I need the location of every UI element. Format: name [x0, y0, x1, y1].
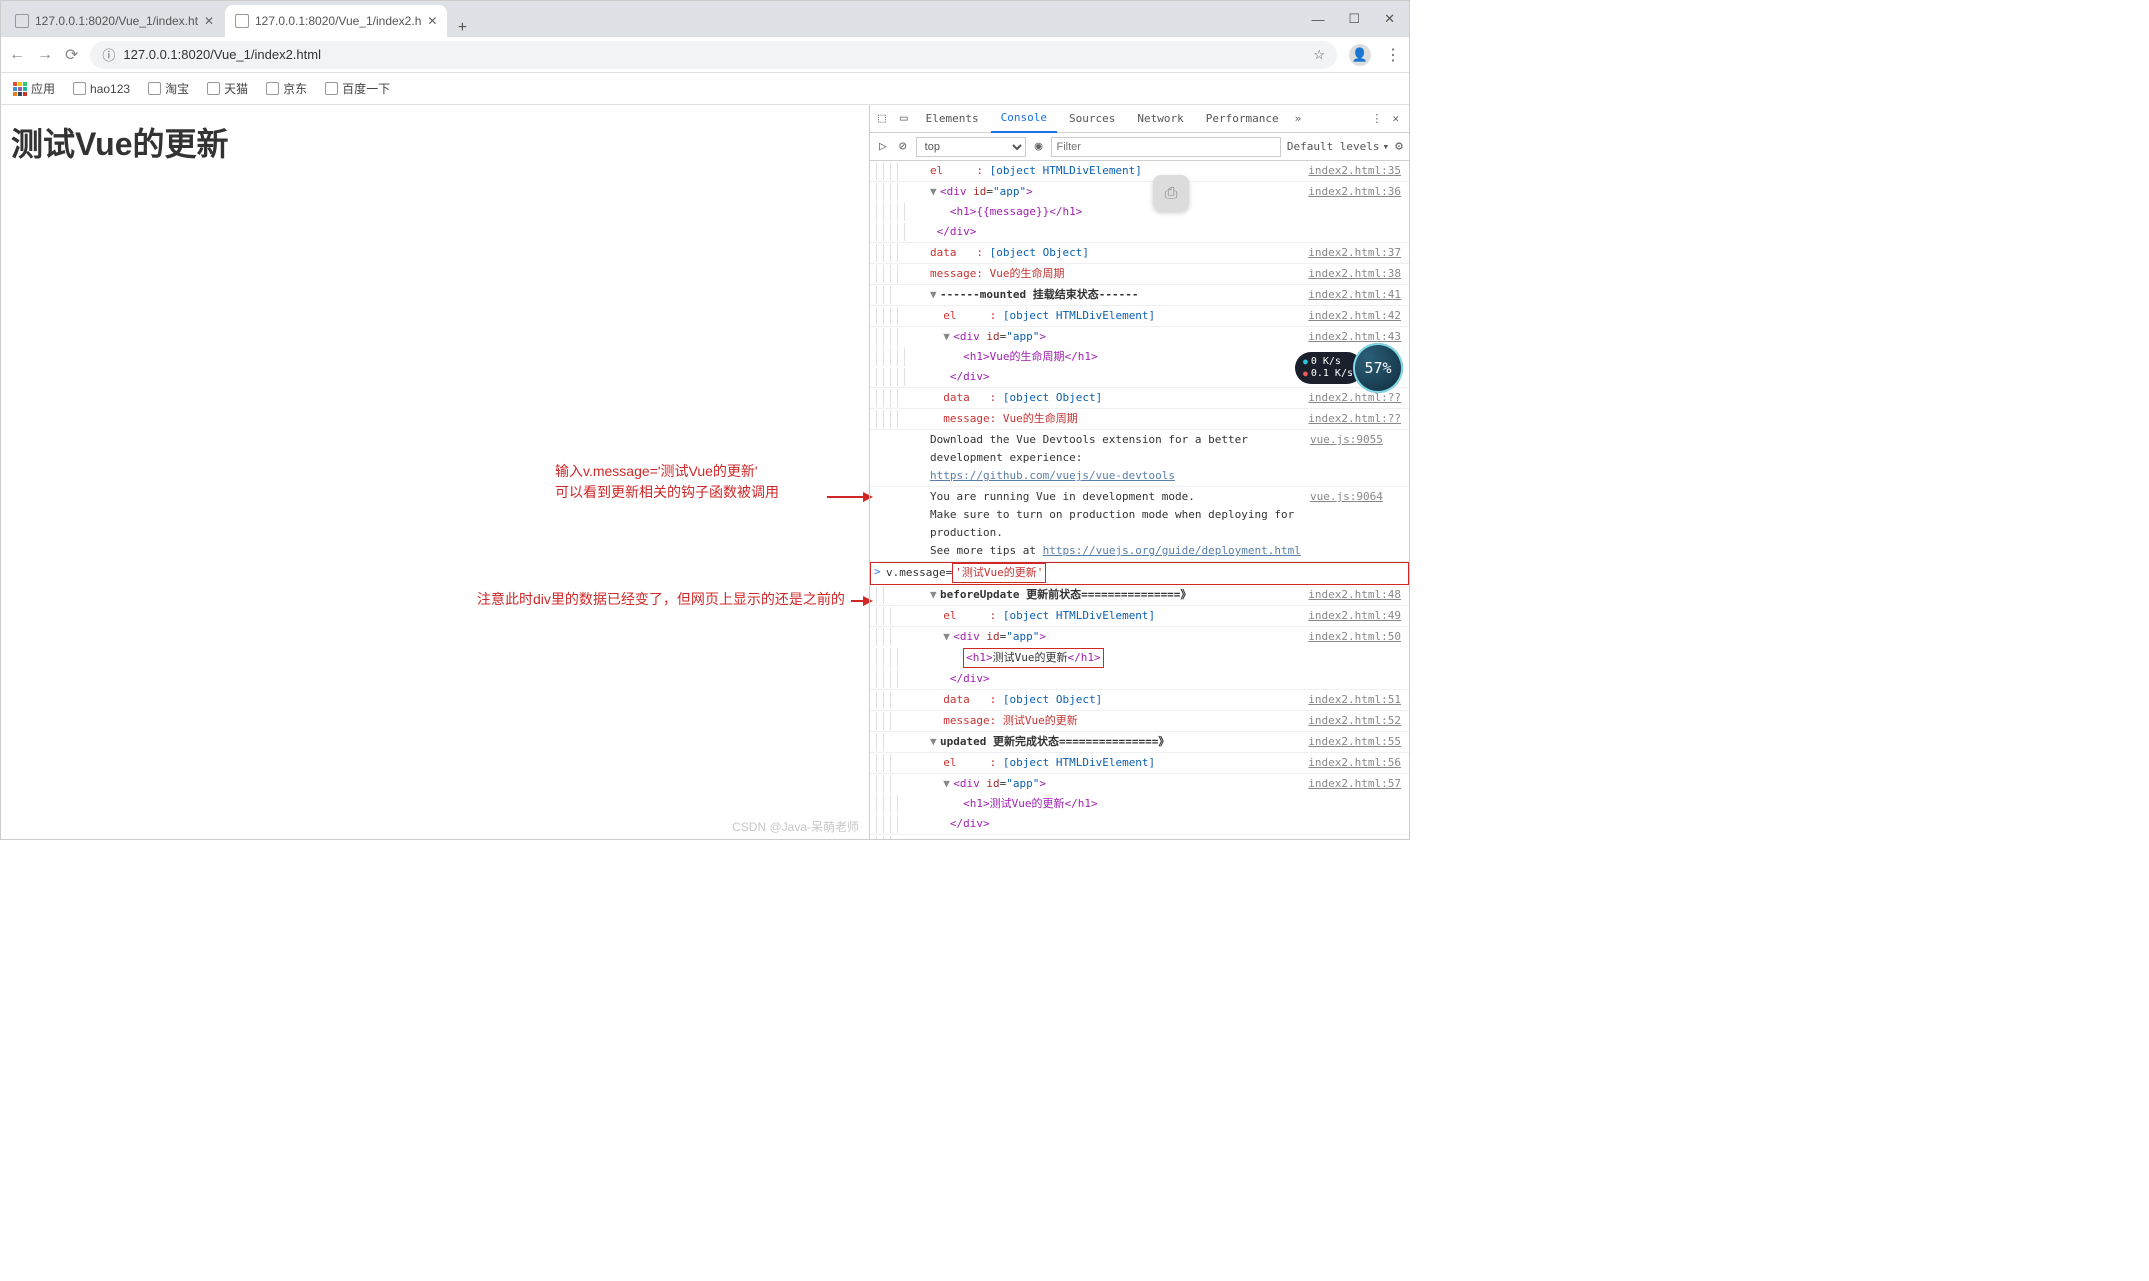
devtools-menu-icon[interactable]: ⋮ — [1371, 112, 1382, 125]
source-link[interactable]: index2.html:38 — [1308, 265, 1409, 283]
devtools-tabstrip: ⬚ ▭ Elements Console Sources Network Per… — [870, 105, 1409, 133]
network-speed-widget[interactable]: 0 K/s 0.1 K/s 57% — [1295, 343, 1403, 393]
tab-console[interactable]: Console — [991, 104, 1057, 133]
bookmarks-bar: 应用 hao123 淘宝 天猫 京东 百度一下 — [1, 73, 1409, 105]
page-icon — [266, 82, 279, 95]
source-link[interactable]: index2.html:?? — [1308, 410, 1409, 428]
chevron-down-icon[interactable]: ▼ — [943, 328, 953, 346]
close-window-button[interactable]: ✕ — [1384, 11, 1395, 27]
chevron-down-icon[interactable]: ▼ — [930, 733, 940, 751]
highlighted-h1: <h1>测试Vue的更新</h1> — [963, 648, 1104, 668]
source-link[interactable]: index2.html:51 — [1308, 691, 1409, 709]
bookmark-jd[interactable]: 京东 — [266, 80, 307, 97]
star-icon[interactable]: ☆ — [1313, 47, 1325, 63]
page-icon — [235, 14, 249, 28]
source-link[interactable]: index2.html:55 — [1308, 733, 1409, 751]
gear-icon[interactable]: ⚙ — [1395, 139, 1403, 154]
page-icon — [73, 82, 86, 95]
log-level-select[interactable]: Default levels ▾ — [1287, 140, 1389, 153]
annotation-1: 输入v.message='测试Vue的更新' 可以看到更新相关的钩子函数被调用 — [555, 461, 779, 503]
source-link[interactable]: vue.js:9055 — [1310, 431, 1391, 485]
source-link[interactable]: index2.html:35 — [1308, 162, 1409, 180]
watermark: CSDN @Java-呆萌老师 — [732, 818, 859, 835]
browser-tab-0[interactable]: 127.0.0.1:8020/Vue_1/index.ht ✕ — [5, 5, 225, 37]
console-input-highlighted: >v.message='测试Vue的更新' — [870, 562, 1409, 585]
page-icon — [325, 82, 338, 95]
arrow-icon — [851, 600, 871, 602]
browser-tab-1[interactable]: 127.0.0.1:8020/Vue_1/index2.h ✕ — [225, 5, 447, 37]
apps-button[interactable]: 应用 — [13, 80, 55, 97]
tab-sources[interactable]: Sources — [1059, 105, 1125, 132]
chevron-down-icon[interactable]: ▼ — [943, 775, 953, 793]
bookmark-taobao[interactable]: 淘宝 — [148, 80, 189, 97]
usb-device-icon[interactable]: ⎙ — [1153, 175, 1189, 211]
device-toggle-icon[interactable]: ▭ — [894, 111, 914, 126]
accelerator-ball[interactable]: 57% — [1353, 343, 1403, 393]
apps-icon — [13, 82, 27, 96]
tab-elements[interactable]: Elements — [916, 105, 989, 132]
console-filter-input[interactable] — [1051, 137, 1280, 157]
source-link[interactable]: index2.html:58 — [1308, 836, 1409, 839]
close-icon[interactable]: ✕ — [427, 14, 437, 28]
bookmark-baidu[interactable]: 百度一下 — [325, 80, 390, 97]
source-link[interactable]: index2.html:52 — [1308, 712, 1409, 730]
source-link[interactable]: index2.html:42 — [1308, 307, 1409, 325]
apps-label: 应用 — [31, 80, 55, 97]
profile-avatar-icon[interactable]: 👤 — [1349, 44, 1371, 66]
page-icon — [207, 82, 220, 95]
tab-performance[interactable]: Performance — [1196, 105, 1289, 132]
source-link[interactable]: index2.html:48 — [1308, 586, 1409, 604]
arrow-icon — [827, 496, 871, 498]
more-tabs-icon[interactable]: » — [1295, 112, 1302, 125]
info-icon[interactable]: ⓘ — [102, 45, 115, 64]
source-link[interactable]: vue.js:9064 — [1310, 488, 1391, 560]
menu-icon[interactable]: ⋮ — [1385, 45, 1401, 65]
bookmark-tmall[interactable]: 天猫 — [207, 80, 248, 97]
minimize-button[interactable]: — — [1311, 12, 1324, 27]
devtools-close-icon[interactable]: ✕ — [1392, 112, 1399, 125]
page-heading: 测试Vue的更新 — [11, 119, 859, 165]
console-output[interactable]: el : [object HTMLDivElement] index2.html… — [870, 161, 1409, 839]
chevron-down-icon[interactable]: ▼ — [930, 183, 940, 201]
clear-console-icon[interactable]: ⊘ — [896, 139, 910, 154]
reload-button[interactable]: ⟳ — [65, 45, 78, 65]
link[interactable]: https://github.com/vuejs/vue-devtools — [930, 469, 1175, 482]
browser-nav-row: ← → ⟳ ⓘ 127.0.0.1:8020/Vue_1/index2.html… — [1, 37, 1409, 73]
page-icon — [148, 82, 161, 95]
source-link[interactable]: index2.html:41 — [1308, 286, 1409, 304]
source-link[interactable]: index2.html:56 — [1308, 754, 1409, 772]
tab-title: 127.0.0.1:8020/Vue_1/index2.h — [255, 14, 421, 28]
maximize-button[interactable]: ☐ — [1348, 11, 1360, 27]
source-link[interactable]: index2.html:57 — [1308, 775, 1409, 793]
source-link[interactable]: index2.html:36 — [1308, 183, 1409, 201]
bookmark-hao123[interactable]: hao123 — [73, 82, 130, 96]
page-content: 测试Vue的更新 输入v.message='测试Vue的更新' 可以看到更新相关… — [1, 105, 869, 839]
element-picker-icon[interactable]: ⬚ — [872, 111, 892, 126]
source-link[interactable]: index2.html:50 — [1308, 628, 1409, 646]
back-button[interactable]: ← — [9, 46, 25, 64]
browser-tab-strip: 127.0.0.1:8020/Vue_1/index.ht ✕ 127.0.0.… — [1, 1, 1409, 37]
chevron-down-icon[interactable]: ▼ — [930, 286, 940, 304]
source-link[interactable]: index2.html:37 — [1308, 244, 1409, 262]
console-toolbar: ▷ ⊘ top ◉ Default levels ▾ ⚙ — [870, 133, 1409, 161]
tab-title: 127.0.0.1:8020/Vue_1/index.ht — [35, 14, 198, 28]
chevron-down-icon[interactable]: ▼ — [943, 628, 953, 646]
link[interactable]: https://vuejs.org/guide/deployment.html — [1043, 544, 1301, 557]
annotation-2: 注意此时div里的数据已经变了，但网页上显示的还是之前的 — [477, 589, 845, 610]
chevron-down-icon[interactable]: ▼ — [930, 586, 940, 604]
devtools-panel: ⬚ ▭ Elements Console Sources Network Per… — [869, 105, 1409, 839]
address-bar[interactable]: ⓘ 127.0.0.1:8020/Vue_1/index2.html ☆ — [90, 41, 1337, 69]
page-icon — [15, 14, 29, 28]
new-tab-button[interactable]: + — [447, 19, 477, 37]
source-link[interactable]: index2.html:49 — [1308, 607, 1409, 625]
forward-button[interactable]: → — [37, 46, 53, 64]
execution-context-select[interactable]: top — [916, 137, 1026, 157]
live-expression-icon[interactable]: ◉ — [1032, 139, 1046, 154]
play-icon[interactable]: ▷ — [876, 139, 890, 154]
close-icon[interactable]: ✕ — [204, 14, 214, 28]
url-text: 127.0.0.1:8020/Vue_1/index2.html — [123, 47, 321, 62]
tab-network[interactable]: Network — [1127, 105, 1193, 132]
